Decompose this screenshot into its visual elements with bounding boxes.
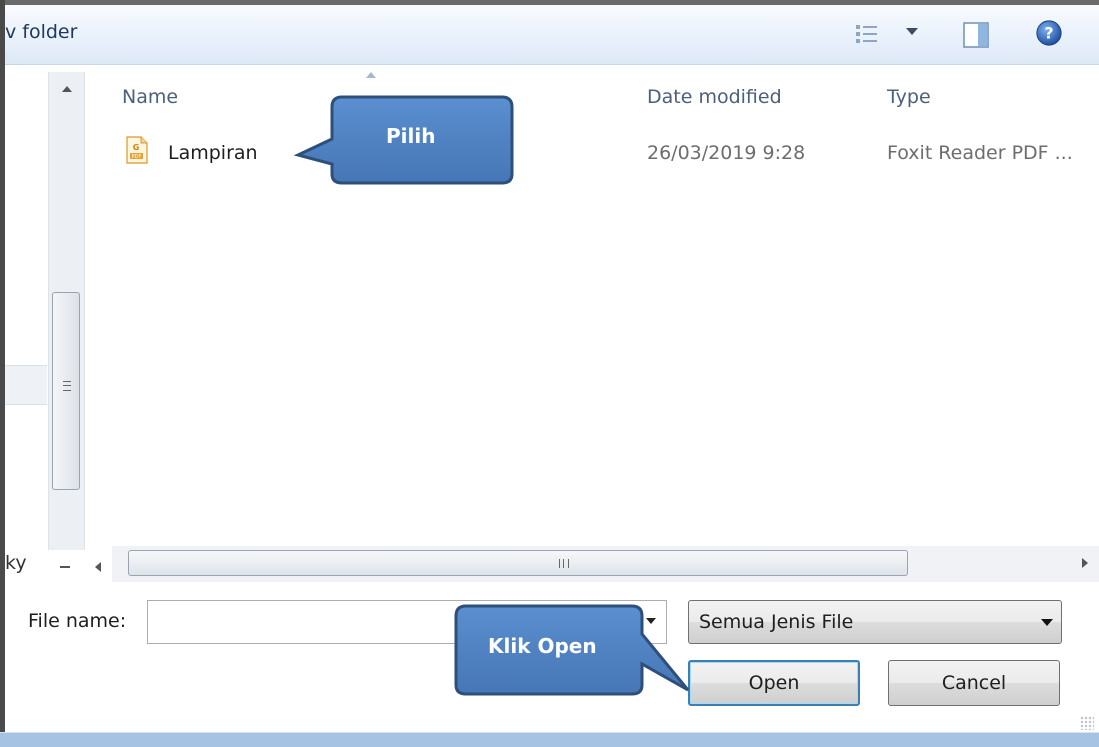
- file-date-modified: 26/03/2019 9:28: [647, 142, 806, 164]
- column-header-type[interactable]: Type: [887, 86, 931, 108]
- file-name: Lampiran: [168, 142, 258, 164]
- views-icon[interactable]: [853, 21, 881, 49]
- open-button[interactable]: Open: [688, 660, 860, 706]
- scroll-left-arrow-icon[interactable]: [95, 562, 101, 572]
- callout-klik-open-label: Klik Open: [488, 634, 597, 658]
- svg-text:?: ?: [1044, 24, 1053, 43]
- file-list-horizontal-scrollbar[interactable]: [112, 546, 1099, 582]
- callout-pilih-label: Pilih: [386, 124, 436, 148]
- chevron-down-icon[interactable]: [906, 28, 918, 35]
- grip-icon: [559, 559, 569, 568]
- scroll-right-arrow-icon[interactable]: [1082, 558, 1088, 568]
- column-header-name[interactable]: Name: [122, 86, 178, 108]
- preview-pane-icon[interactable]: [962, 21, 990, 49]
- pdf-file-icon: G PDF: [126, 136, 148, 164]
- file-row[interactable]: G PDF Lampiran 26/03/2019 9:28 Foxit Rea…: [112, 132, 1099, 178]
- file-type: Foxit Reader PDF ...: [887, 142, 1073, 164]
- cancel-button[interactable]: Cancel: [888, 660, 1060, 706]
- help-icon[interactable]: ?: [1034, 19, 1064, 47]
- nav-item-label[interactable]: ky: [5, 552, 27, 574]
- new-folder-button[interactable]: v folder: [5, 21, 77, 43]
- file-type-selected-value: Semua Jenis File: [699, 611, 854, 633]
- file-type-select[interactable]: Semua Jenis File: [688, 600, 1062, 644]
- file-name-dropdown-arrow-icon[interactable]: [646, 618, 656, 624]
- nav-pane-selected-item[interactable]: [5, 365, 47, 405]
- scroll-up-arrow-icon[interactable]: [62, 86, 72, 92]
- nav-vertical-scrollbar[interactable]: [48, 72, 85, 550]
- svg-text:PDF: PDF: [132, 154, 142, 160]
- resize-grip-icon[interactable]: [1080, 716, 1094, 730]
- svg-text:G: G: [133, 143, 140, 152]
- open-file-dialog: v folder ? Name Date modified Type G PDF…: [0, 0, 1099, 747]
- column-header-date-modified[interactable]: Date modified: [647, 86, 782, 108]
- chevron-down-icon: [1041, 619, 1053, 626]
- sort-ascending-icon: [366, 72, 376, 78]
- horizontal-scroll-thumb[interactable]: [128, 550, 908, 576]
- window-bottom-edge: [0, 732, 1099, 747]
- nav-scroll-thumb[interactable]: [52, 292, 80, 490]
- minus-icon[interactable]: [60, 566, 70, 568]
- toolbar: v folder: [5, 5, 1099, 65]
- grip-icon: [63, 381, 71, 391]
- file-name-label: File name:: [28, 610, 127, 632]
